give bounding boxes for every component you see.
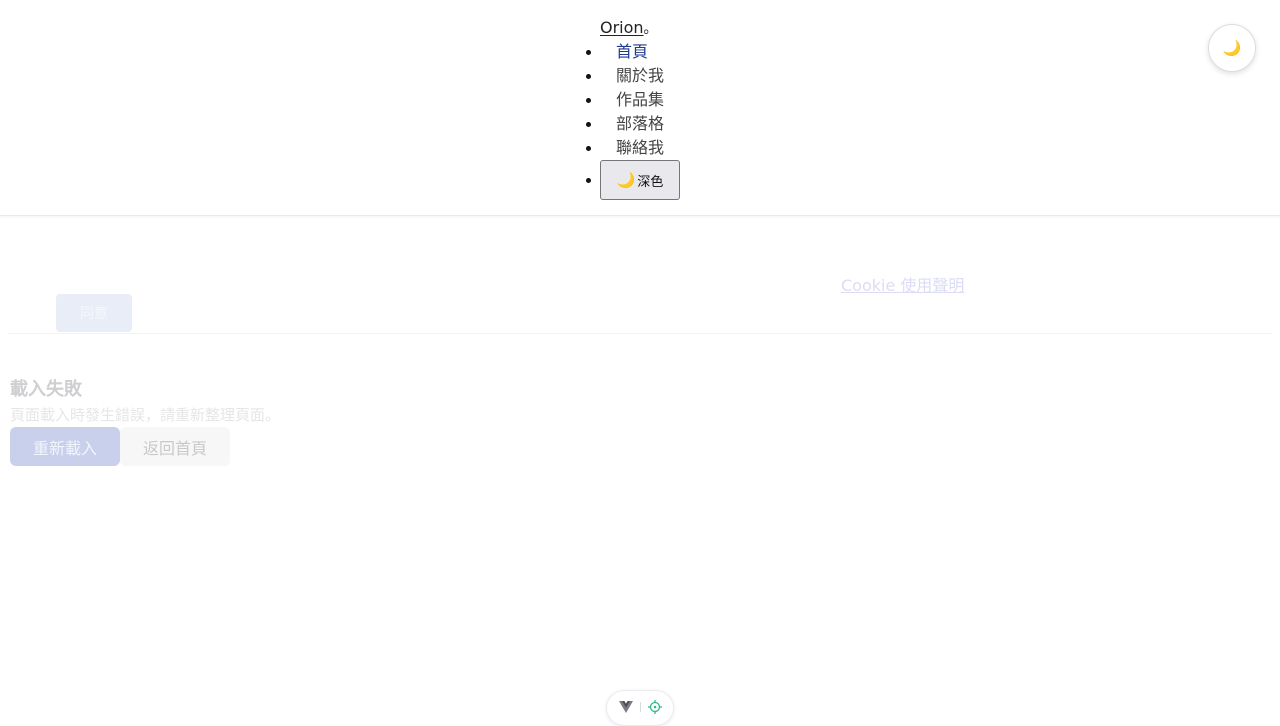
list-bullet (586, 122, 591, 127)
reload-button[interactable]: 重新載入 (10, 427, 120, 466)
theme-toggle-button[interactable]: 🌙 深色 (600, 160, 680, 200)
dev-toolbar (606, 690, 674, 726)
theme-toggle-label: 深色 (637, 173, 664, 189)
nav-item-about: 關於我 (586, 64, 680, 88)
cookie-policy-link[interactable]: Cookie 使用聲明 (841, 272, 964, 296)
nav-link-blog[interactable]: 部落格 (616, 114, 664, 133)
nav-item-theme-toggle: 🌙 深色 (586, 160, 680, 200)
crosshair-icon[interactable] (647, 699, 663, 715)
moon-icon: 🌙 (616, 172, 636, 189)
error-message: 頁面載入時發生錯誤，請重新整理頁面。 (10, 406, 281, 424)
list-bullet (586, 98, 591, 103)
error-panel: 載入失敗 頁面載入時發生錯誤，請重新整理頁面。 重新載入 返回首頁 (10, 378, 610, 470)
cookie-notice: Cookie 使用聲明 同意 (8, 260, 1272, 334)
nav-item-portfolio: 作品集 (586, 88, 680, 112)
vue-logo-icon[interactable] (618, 699, 634, 715)
list-bullet (586, 74, 591, 79)
toolbar-divider (639, 702, 641, 712)
theme-fab-button[interactable]: 🌙 (1208, 24, 1256, 72)
error-title: 載入失敗 (10, 379, 82, 400)
nav-link-contact[interactable]: 聯絡我 (616, 138, 664, 157)
nav-item-blog: 部落格 (586, 112, 680, 136)
cookie-agree-button[interactable]: 同意 (56, 294, 132, 332)
nav-item-contact: 聯絡我 (586, 136, 680, 160)
nav-link-about[interactable]: 關於我 (616, 66, 664, 85)
back-home-button[interactable]: 返回首頁 (120, 427, 230, 466)
moon-icon: 🌙 (1222, 40, 1242, 57)
brand-suffix: 。 (643, 21, 658, 37)
list-bullet (586, 178, 591, 183)
main-nav: 首頁 關於我 作品集 部落格 聯絡我 🌙 深色 (586, 40, 680, 200)
list-bullet (586, 146, 591, 151)
brand-name: Orion (600, 18, 644, 37)
brand-logo-link[interactable]: Orion。 (600, 18, 658, 39)
nav-link-portfolio[interactable]: 作品集 (616, 90, 664, 109)
list-bullet (586, 50, 591, 55)
site-header: Orion。 首頁 關於我 作品集 部落格 聯絡我 🌙 深色 🌙 (0, 0, 1280, 216)
nav-item-home: 首頁 (586, 40, 680, 64)
nav-link-home[interactable]: 首頁 (616, 42, 648, 61)
